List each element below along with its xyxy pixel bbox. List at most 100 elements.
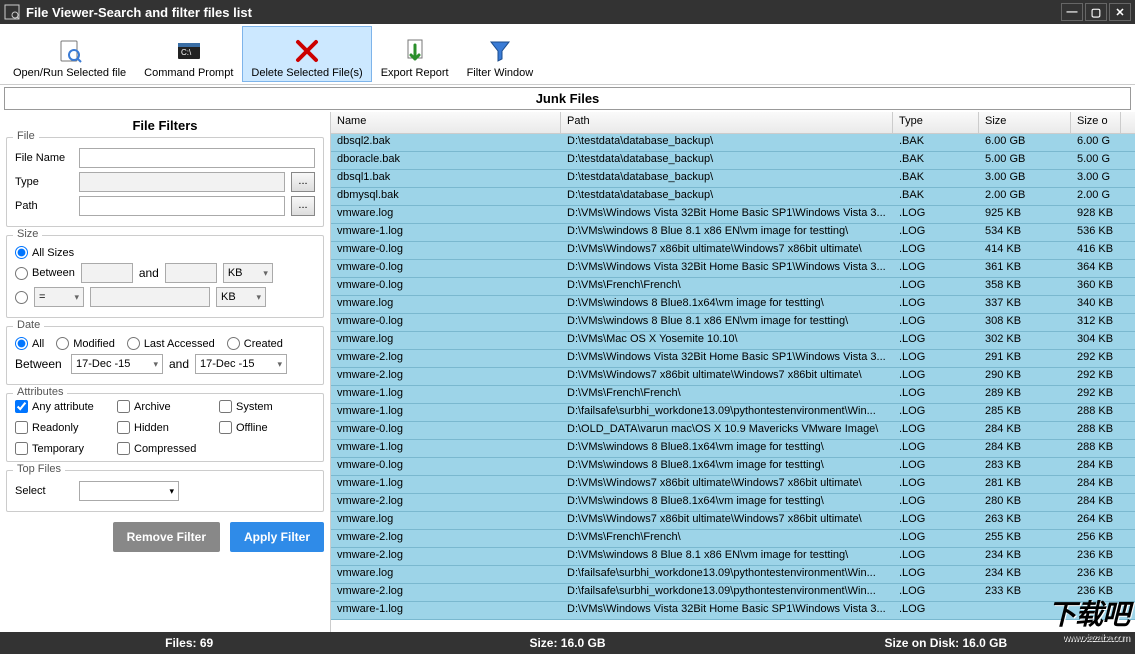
cell-sizeod: 264 KB	[1071, 512, 1121, 529]
table-row[interactable]: dboracle.bakD:\testdata\database_backup\…	[331, 152, 1135, 170]
open-run-button[interactable]: Open/Run Selected file	[4, 26, 135, 82]
cell-path: D:\VMs\windows 8 Blue8.1x64\vm image for…	[561, 440, 893, 457]
filename-input[interactable]	[79, 148, 315, 168]
table-row[interactable]: dbmysql.bakD:\testdata\database_backup\.…	[331, 188, 1135, 206]
delete-selected-button[interactable]: Delete Selected File(s)	[242, 26, 371, 82]
table-row[interactable]: vmware-0.logD:\VMs\windows 8 Blue8.1x64\…	[331, 458, 1135, 476]
size-op-select[interactable]: =	[34, 287, 84, 307]
cell-size: 302 KB	[979, 332, 1071, 349]
path-browse-button[interactable]: ...	[291, 196, 315, 216]
cell-sizeod: 3.00 G	[1071, 170, 1121, 187]
table-row[interactable]: vmware.logD:\failsafe\surbhi_workdone13.…	[331, 566, 1135, 584]
topfiles-select[interactable]	[79, 481, 179, 501]
cell-sizeod: 284 KB	[1071, 494, 1121, 511]
sidebar-filters: File Filters File File Name Type ... Pat…	[0, 112, 330, 636]
attr-readonly-checkbox[interactable]	[15, 421, 28, 434]
apply-filter-button[interactable]: Apply Filter	[230, 522, 324, 552]
table-row[interactable]: vmware-1.logD:\VMs\windows 8 Blue8.1x64\…	[331, 440, 1135, 458]
size-all-radio[interactable]	[15, 246, 28, 259]
fieldset-date: Date All Modified Last Accessed Created …	[6, 326, 324, 385]
table-row[interactable]: dbsql1.bakD:\testdata\database_backup\.B…	[331, 170, 1135, 188]
attr-hidden-checkbox[interactable]	[117, 421, 130, 434]
cell-path: D:\VMs\windows 8 Blue8.1x64\vm image for…	[561, 494, 893, 511]
size-unit-select-2[interactable]: KB	[216, 287, 266, 307]
cell-name: dbsql1.bak	[331, 170, 561, 187]
size-between-radio[interactable]	[15, 267, 28, 280]
filter-window-button[interactable]: Filter Window	[458, 26, 543, 82]
date-all-radio[interactable]	[15, 337, 28, 350]
table-row[interactable]: vmware-2.logD:\VMs\windows 8 Blue8.1x64\…	[331, 494, 1135, 512]
th-name[interactable]: Name	[331, 112, 561, 133]
date-to-input[interactable]: 17-Dec -15	[195, 354, 287, 374]
cell-size: 6.00 GB	[979, 134, 1071, 151]
command-prompt-button[interactable]: C:\ Command Prompt	[135, 26, 242, 82]
date-modified-radio[interactable]	[56, 337, 69, 350]
cell-path: D:\OLD_DATA\varun mac\OS X 10.9 Maverick…	[561, 422, 893, 439]
table-row[interactable]: vmware-1.logD:\VMs\French\French\.LOG289…	[331, 386, 1135, 404]
cell-sizeod: 284 KB	[1071, 476, 1121, 493]
th-size[interactable]: Size	[979, 112, 1071, 133]
table-row[interactable]: vmware-1.logD:\failsafe\surbhi_workdone1…	[331, 404, 1135, 422]
table-row[interactable]: vmware.logD:\VMs\Windows7 x86bit ultimat…	[331, 512, 1135, 530]
size-to-input[interactable]	[165, 263, 217, 283]
th-type[interactable]: Type	[893, 112, 979, 133]
type-browse-button[interactable]: ...	[291, 172, 315, 192]
table-row[interactable]: vmware-2.logD:\VMs\Windows7 x86bit ultim…	[331, 368, 1135, 386]
attr-system-checkbox[interactable]	[219, 400, 232, 413]
legend-file: File	[13, 130, 39, 142]
status-bar: Files: 69 Size: 16.0 GB Size on Disk: 16…	[0, 632, 1135, 654]
table-row[interactable]: vmware-0.logD:\VMs\French\French\.LOG358…	[331, 278, 1135, 296]
table-row[interactable]: vmware.logD:\VMs\windows 8 Blue8.1x64\vm…	[331, 296, 1135, 314]
size-from-input[interactable]	[81, 263, 133, 283]
date-created-radio[interactable]	[227, 337, 240, 350]
cell-path: D:\VMs\Windows Vista 32Bit Home Basic SP…	[561, 350, 893, 367]
remove-filter-button[interactable]: Remove Filter	[113, 522, 220, 552]
size-op-radio[interactable]	[15, 291, 28, 304]
date-lastaccessed-radio[interactable]	[127, 337, 140, 350]
attr-hidden-label: Hidden	[134, 422, 169, 434]
table-row[interactable]: vmware-1.logD:\VMs\Windows Vista 32Bit H…	[331, 602, 1135, 620]
cell-size: 284 KB	[979, 440, 1071, 457]
table-row[interactable]: vmware-0.logD:\VMs\windows 8 Blue 8.1 x8…	[331, 314, 1135, 332]
attr-any-checkbox[interactable]	[15, 400, 28, 413]
cell-path: D:\VMs\Windows Vista 32Bit Home Basic SP…	[561, 206, 893, 223]
cell-size: 414 KB	[979, 242, 1071, 259]
close-button[interactable]: ✕	[1109, 3, 1131, 21]
attr-offline-checkbox[interactable]	[219, 421, 232, 434]
cell-type: .BAK	[893, 134, 979, 151]
minimize-button[interactable]: —	[1061, 3, 1083, 21]
table-row[interactable]: vmware-1.logD:\VMs\windows 8 Blue 8.1 x8…	[331, 224, 1135, 242]
size-value-input[interactable]	[90, 287, 210, 307]
attr-archive-checkbox[interactable]	[117, 400, 130, 413]
th-sizeod[interactable]: Size o	[1071, 112, 1121, 133]
th-path[interactable]: Path	[561, 112, 893, 133]
path-input[interactable]	[79, 196, 285, 216]
cell-sizeod: 2.00 G	[1071, 188, 1121, 205]
cell-size: 233 KB	[979, 584, 1071, 601]
table-row[interactable]: vmware.logD:\VMs\Mac OS X Yosemite 10.10…	[331, 332, 1135, 350]
table-row[interactable]: vmware-0.logD:\VMs\Windows7 x86bit ultim…	[331, 242, 1135, 260]
export-report-button[interactable]: Export Report	[372, 26, 458, 82]
table-body[interactable]: dbsql2.bakD:\testdata\database_backup\.B…	[331, 134, 1135, 636]
table-row[interactable]: vmware-0.logD:\OLD_DATA\varun mac\OS X 1…	[331, 422, 1135, 440]
cell-name: vmware.log	[331, 206, 561, 223]
table-row[interactable]: vmware-2.logD:\VMs\windows 8 Blue 8.1 x8…	[331, 548, 1135, 566]
size-and-label: and	[139, 266, 159, 280]
table-row[interactable]: dbsql2.bakD:\testdata\database_backup\.B…	[331, 134, 1135, 152]
table-row[interactable]: vmware.logD:\VMs\Windows Vista 32Bit Hom…	[331, 206, 1135, 224]
size-unit-select[interactable]: KB	[223, 263, 273, 283]
table-row[interactable]: vmware-1.logD:\VMs\Windows7 x86bit ultim…	[331, 476, 1135, 494]
date-from-input[interactable]: 17-Dec -15	[71, 354, 163, 374]
attr-compressed-checkbox[interactable]	[117, 442, 130, 455]
table-row[interactable]: vmware-2.logD:\VMs\French\French\.LOG255…	[331, 530, 1135, 548]
maximize-button[interactable]: ▢	[1085, 3, 1107, 21]
table-row[interactable]: vmware-0.logD:\VMs\Windows Vista 32Bit H…	[331, 260, 1135, 278]
table-row[interactable]: vmware-2.logD:\VMs\Windows Vista 32Bit H…	[331, 350, 1135, 368]
table-row[interactable]: vmware-2.logD:\failsafe\surbhi_workdone1…	[331, 584, 1135, 602]
cell-name: vmware-0.log	[331, 314, 561, 331]
cell-sizeod: 5.00 G	[1071, 152, 1121, 169]
type-input[interactable]	[79, 172, 285, 192]
attr-temporary-checkbox[interactable]	[15, 442, 28, 455]
toolbar: Open/Run Selected file C:\ Command Promp…	[0, 24, 1135, 85]
size-all-label: All Sizes	[32, 247, 74, 259]
